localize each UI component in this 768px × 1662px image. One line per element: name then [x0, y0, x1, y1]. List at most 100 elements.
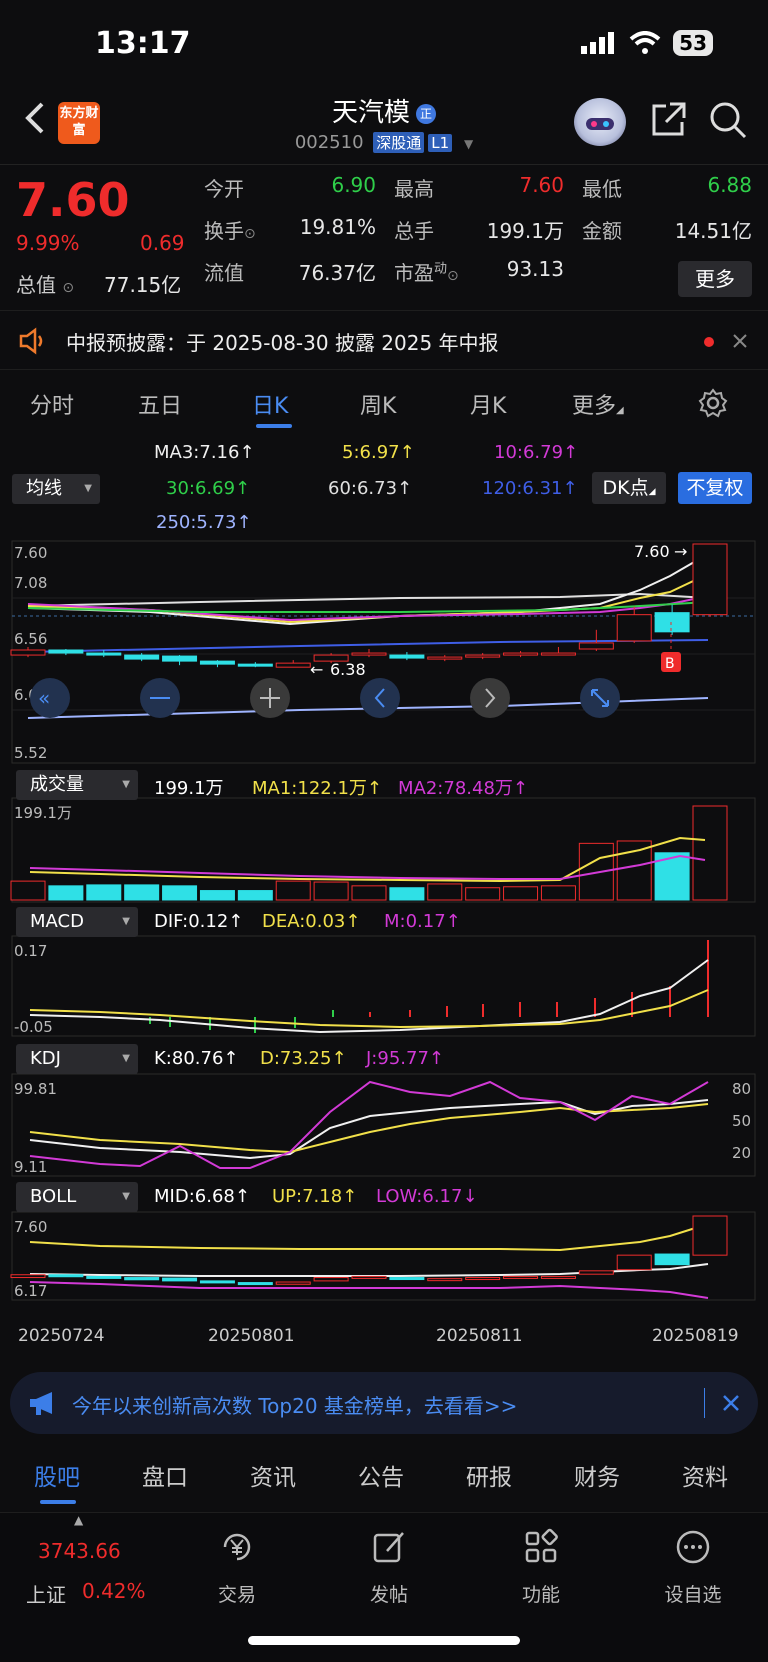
- volume-bar[interactable]: [313, 881, 349, 901]
- nav-functions[interactable]: 功能: [486, 1527, 596, 1607]
- volume-bar[interactable]: [692, 805, 728, 901]
- boll-low: LOW:6.17↓: [376, 1186, 478, 1207]
- tab-guba[interactable]: 股吧: [34, 1458, 80, 1492]
- tab-profile[interactable]: 资料: [682, 1458, 728, 1492]
- volume-bar[interactable]: [237, 890, 273, 901]
- right-icon[interactable]: [470, 678, 510, 718]
- left-icon[interactable]: [360, 678, 400, 718]
- candle-body[interactable]: [10, 649, 46, 656]
- macd-y-bottom: -0.05: [14, 1018, 53, 1036]
- volume-bar[interactable]: [351, 885, 387, 901]
- tab-intraday[interactable]: 分时: [30, 388, 74, 420]
- share-icon[interactable]: [648, 100, 688, 140]
- settings-gear-icon[interactable]: [698, 388, 728, 418]
- volume-bar[interactable]: [86, 884, 122, 901]
- max-arrow-icon: →: [674, 542, 687, 561]
- tab-news[interactable]: 资讯: [250, 1458, 296, 1492]
- volume-bar[interactable]: [48, 885, 84, 901]
- candle-body[interactable]: [199, 660, 235, 665]
- adjust-button[interactable]: 不复权: [678, 472, 752, 504]
- candle-body[interactable]: [578, 642, 614, 650]
- volume-bar[interactable]: [124, 884, 160, 901]
- boll-selector[interactable]: BOLL ▼: [16, 1182, 138, 1212]
- nav-trade[interactable]: 交易: [182, 1527, 292, 1607]
- promo-banner[interactable]: 今年以来创新高次数 Top20 基金榜单，去看看>>: [10, 1372, 758, 1434]
- boll-up-line: [29, 1223, 709, 1252]
- boll-candle: [48, 1274, 84, 1278]
- tab-monthly-k[interactable]: 月K: [470, 388, 506, 420]
- tab-more[interactable]: 更多◢: [572, 388, 624, 420]
- mktcap-label[interactable]: 总值 ⊙: [16, 269, 74, 298]
- macd-panel: 0.17 -0.05: [11, 935, 756, 1037]
- candle-body[interactable]: [237, 663, 273, 667]
- macd-m: M:0.17↑: [384, 911, 461, 932]
- boll-candle: [124, 1277, 160, 1281]
- candle-body[interactable]: [275, 662, 311, 668]
- candle-body[interactable]: [48, 649, 84, 654]
- pe-label[interactable]: 市盈动⊙: [394, 257, 459, 286]
- candle-body[interactable]: [503, 652, 539, 656]
- nav-post[interactable]: 发帖: [334, 1527, 444, 1607]
- volume-bar[interactable]: [616, 840, 652, 901]
- candle-body[interactable]: [124, 654, 160, 660]
- grid-icon: [525, 1528, 558, 1563]
- more-button[interactable]: 更多: [678, 261, 752, 297]
- candle-body[interactable]: [654, 612, 690, 633]
- chart-area[interactable]: 7.60 7.08 6.56 6.04 5.52 7.60 → ← 6.38 B…: [0, 540, 768, 1350]
- index-name: 上证: [26, 1583, 66, 1607]
- close-icon[interactable]: [732, 333, 748, 349]
- candle-body[interactable]: [162, 655, 198, 662]
- volume-value: 199.1万: [154, 778, 224, 799]
- boll-y-bottom: 6.17: [14, 1282, 47, 1300]
- nav-add-watchlist[interactable]: 设自选: [638, 1527, 748, 1607]
- ma-selector[interactable]: 均线 ▼: [12, 474, 100, 504]
- wifi-icon: [629, 31, 661, 54]
- tab-pankou[interactable]: 盘口: [142, 1458, 188, 1492]
- ma30-value: 30:6.69↑: [166, 478, 251, 499]
- macd-selector[interactable]: MACD ▼: [16, 907, 138, 937]
- candle-body[interactable]: [540, 652, 576, 656]
- tab-announcements[interactable]: 公告: [358, 1458, 404, 1492]
- candle-body[interactable]: [86, 652, 122, 656]
- chevron-down-icon: ▼: [463, 137, 474, 151]
- volume-bar[interactable]: [199, 890, 235, 901]
- tab-five-day[interactable]: 五日: [138, 388, 182, 420]
- dk-point-button[interactable]: DK点◢: [592, 472, 666, 504]
- clock: 13:17: [95, 26, 191, 61]
- volume-selector[interactable]: 成交量 ▼: [16, 770, 138, 800]
- kdj-j-line: [29, 1080, 709, 1169]
- candle-body[interactable]: [351, 652, 387, 656]
- volume-bar[interactable]: [389, 887, 425, 901]
- close-icon[interactable]: [722, 1394, 740, 1412]
- turnover-label[interactable]: 换手⊙: [204, 215, 256, 244]
- tab-daily-k[interactable]: 日K: [252, 388, 288, 420]
- tab-weekly-k[interactable]: 周K: [360, 388, 396, 420]
- notice-bar[interactable]: 中报预披露：于 2025-08-30 披露 2025 年中报: [0, 310, 768, 370]
- date-label: 20250811: [436, 1326, 523, 1346]
- min-arrow-icon: ←: [310, 660, 323, 679]
- assistant-avatar[interactable]: [574, 98, 626, 146]
- boll-y-top: 7.60: [14, 1218, 47, 1236]
- kdj-j: J:95.77↑: [366, 1048, 444, 1069]
- candle-body[interactable]: [389, 654, 425, 659]
- candle-body[interactable]: [427, 656, 463, 660]
- volume-bar[interactable]: [162, 885, 198, 901]
- index-value[interactable]: 3743.66: [38, 1539, 121, 1563]
- search-icon[interactable]: [708, 100, 748, 140]
- candle-body[interactable]: [465, 654, 501, 658]
- nav-post-label: 发帖: [369, 1584, 408, 1606]
- candle-body[interactable]: [692, 543, 728, 616]
- volume-bar[interactable]: [503, 886, 539, 901]
- max-price-marker: 7.60: [634, 542, 670, 561]
- volume-bar[interactable]: [540, 885, 576, 901]
- tab-research[interactable]: 研报: [466, 1458, 512, 1492]
- kdj-selector[interactable]: KDJ ▼: [16, 1044, 138, 1074]
- volume-bar[interactable]: [465, 887, 501, 901]
- candle-body[interactable]: [616, 614, 652, 642]
- volume-bar[interactable]: [10, 880, 46, 901]
- tab-finance[interactable]: 财务: [574, 1458, 620, 1492]
- volume-bar[interactable]: [427, 883, 463, 901]
- quote-panel: 7.60 9.99% 0.69 总值 ⊙ 77.15亿 今开 6.90 最高 7…: [0, 164, 768, 302]
- volume-bar[interactable]: [275, 880, 311, 901]
- chart-controls: «: [30, 678, 620, 718]
